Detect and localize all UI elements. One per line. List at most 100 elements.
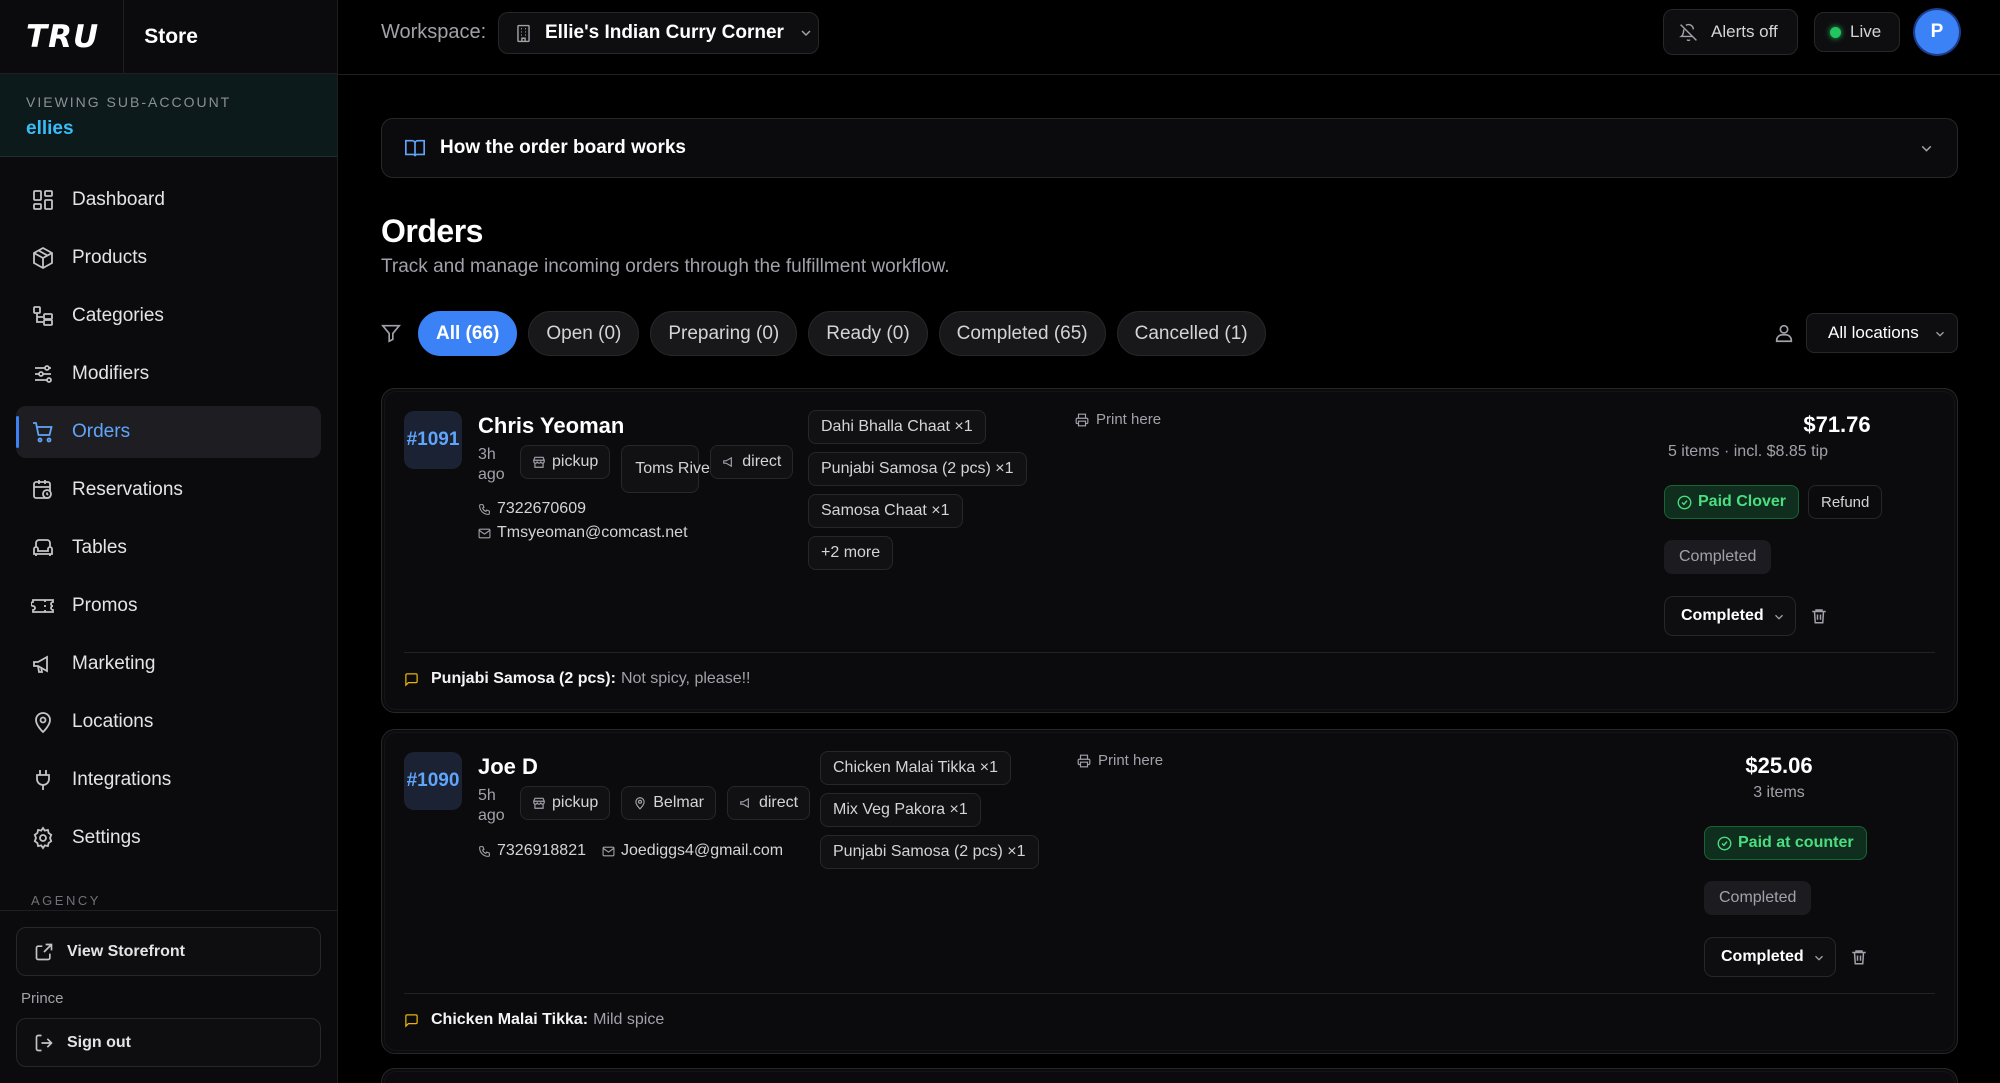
tab-ready[interactable]: Ready (0) [808, 311, 928, 356]
status-select[interactable]: Completed [1704, 937, 1836, 977]
view-storefront-button[interactable]: View Storefront [16, 927, 321, 976]
subaccount-panel: VIEWING SUB-ACCOUNT ellies [0, 74, 337, 157]
order-type-label: pickup [552, 453, 599, 470]
tab-all[interactable]: All (66) [418, 311, 518, 356]
store-icon [533, 797, 545, 809]
sign-out-button[interactable]: Sign out [16, 1018, 321, 1067]
megaphone-icon [723, 456, 733, 468]
payment-badge: Paid Clover [1664, 485, 1800, 519]
order-summary: 5 items · incl. $8.85 tip [1667, 443, 1829, 460]
email-address: Joediggs4@gmail.com [621, 842, 784, 859]
chevron-down-icon [1936, 331, 1944, 337]
location-label: Belmar [653, 794, 704, 811]
external-link-icon [35, 943, 53, 960]
workspace-select[interactable]: Ellie's Indian Curry Corner [498, 12, 819, 54]
sidebar-item-label: Settings [72, 827, 141, 848]
phone-number: 7326918821 [497, 842, 586, 859]
sliders-icon [35, 365, 52, 383]
trash-icon[interactable] [1850, 948, 1868, 966]
tab-completed[interactable]: Completed (65) [938, 311, 1106, 356]
channel-tag: direct [726, 786, 811, 820]
alerts-label: Alerts off [1711, 22, 1778, 41]
brand-logo[interactable]: TRU [26, 19, 99, 55]
sidebar-item-tables[interactable]: Tables [16, 522, 321, 574]
order-item: Dahi Bhalla Chaat ×1 [808, 410, 986, 444]
sidebar-item-marketing[interactable]: Marketing [16, 638, 321, 690]
print-button[interactable]: Print here [1075, 411, 1161, 428]
agency-label: AGENCY [31, 893, 101, 908]
order-card[interactable] [381, 1068, 1958, 1083]
location-tag: Toms River [621, 445, 715, 493]
ticket-icon [31, 599, 54, 613]
refund-button[interactable]: Refund [1808, 485, 1883, 519]
box-icon [33, 246, 53, 270]
email[interactable]: Joediggs4@gmail.com [602, 842, 783, 860]
channel-label: direct [758, 794, 799, 811]
payment-badge: Paid at counter [1704, 826, 1867, 860]
sidebar-item-integrations[interactable]: Integrations [16, 754, 321, 806]
trash-icon[interactable] [1810, 607, 1828, 625]
workspace-label: Workspace: [381, 21, 487, 43]
tab-open[interactable]: Open (0) [528, 311, 640, 356]
plug-icon [36, 770, 50, 790]
order-total: $71.76 [1803, 412, 1871, 437]
sidebar-item-settings[interactable]: Settings [16, 812, 321, 864]
location-filter-value: All locations [1828, 323, 1919, 342]
payment-label: Paid at counter [1738, 834, 1854, 851]
store-icon [533, 456, 545, 468]
help-accordion[interactable]: How the order board works [381, 118, 1958, 178]
channel-tag: direct [710, 445, 794, 479]
sidebar-item-dashboard[interactable]: Dashboard [16, 174, 321, 226]
sidebar-item-reservations[interactable]: Reservations [16, 464, 321, 516]
sidebar-item-categories[interactable]: Categories [16, 290, 321, 342]
order-items: Dahi Bhalla Chaat ×1 Punjabi Samosa (2 p… [808, 410, 1027, 578]
print-button[interactable]: Print here [1077, 752, 1163, 769]
status-select[interactable]: Completed [1664, 596, 1796, 636]
order-card[interactable]: #1091 Chris Yeoman 3h ago pickup Toms Ri… [381, 388, 1958, 713]
subaccount-name[interactable]: ellies [26, 118, 311, 140]
logout-icon [35, 1034, 53, 1051]
email-address: Tmsyeoman@comcast.net [497, 524, 688, 541]
tab-cancelled[interactable]: Cancelled (1) [1116, 311, 1266, 356]
building-icon [517, 24, 530, 42]
phone-icon [479, 503, 490, 515]
order-type-label: pickup [552, 794, 599, 811]
avatar[interactable]: P [1915, 10, 1959, 54]
order-summary: 3 items [1753, 784, 1805, 801]
order-number: #1091 [404, 411, 462, 469]
status-value: Completed [1721, 948, 1804, 965]
dashboard-icon [33, 190, 53, 210]
location-label: Toms River [635, 460, 716, 477]
page-title: Orders [381, 213, 483, 249]
channel-label: direct [742, 453, 782, 470]
sidebar-item-locations[interactable]: Locations [16, 696, 321, 748]
sidebar: TRU Store VIEWING SUB-ACCOUNT ellies Das… [0, 0, 338, 1083]
print-label: Print here [1096, 411, 1162, 428]
sidebar-item-products[interactable]: Products [16, 232, 321, 284]
sidebar-item-orders[interactable]: Orders [16, 406, 321, 458]
phone[interactable]: 7322670609 [478, 500, 586, 518]
alerts-toggle-button[interactable]: Alerts off [1663, 9, 1798, 55]
armchair-icon [33, 539, 53, 556]
status-value: Completed [1681, 607, 1764, 624]
location-tag: Belmar [621, 786, 716, 820]
location-filter-select[interactable]: All locations [1806, 313, 1958, 353]
order-item: Mix Veg Pakora ×1 [820, 793, 981, 827]
live-status-button[interactable]: Live [1814, 12, 1900, 52]
order-card[interactable]: #1090 Joe D 5h ago pickup Belmar direct … [381, 729, 1958, 1054]
sidebar-item-label: Promos [72, 595, 138, 616]
check-circle-icon [1677, 495, 1692, 509]
order-item: Punjabi Samosa (2 pcs) ×1 [808, 452, 1027, 486]
brand-product: Store [144, 24, 198, 48]
phone[interactable]: 7326918821 [478, 842, 586, 860]
sidebar-item-promos[interactable]: Promos [16, 580, 321, 632]
tab-preparing[interactable]: Preparing (0) [650, 311, 798, 356]
book-open-icon [405, 139, 425, 157]
more-items-button[interactable]: +2 more [808, 536, 894, 570]
sign-out-label: Sign out [67, 1033, 131, 1051]
categories-icon [33, 306, 53, 326]
email[interactable]: Tmsyeoman@comcast.net [478, 524, 688, 542]
mail-icon [602, 846, 615, 856]
printer-icon [1077, 754, 1091, 767]
sidebar-item-modifiers[interactable]: Modifiers [16, 348, 321, 400]
